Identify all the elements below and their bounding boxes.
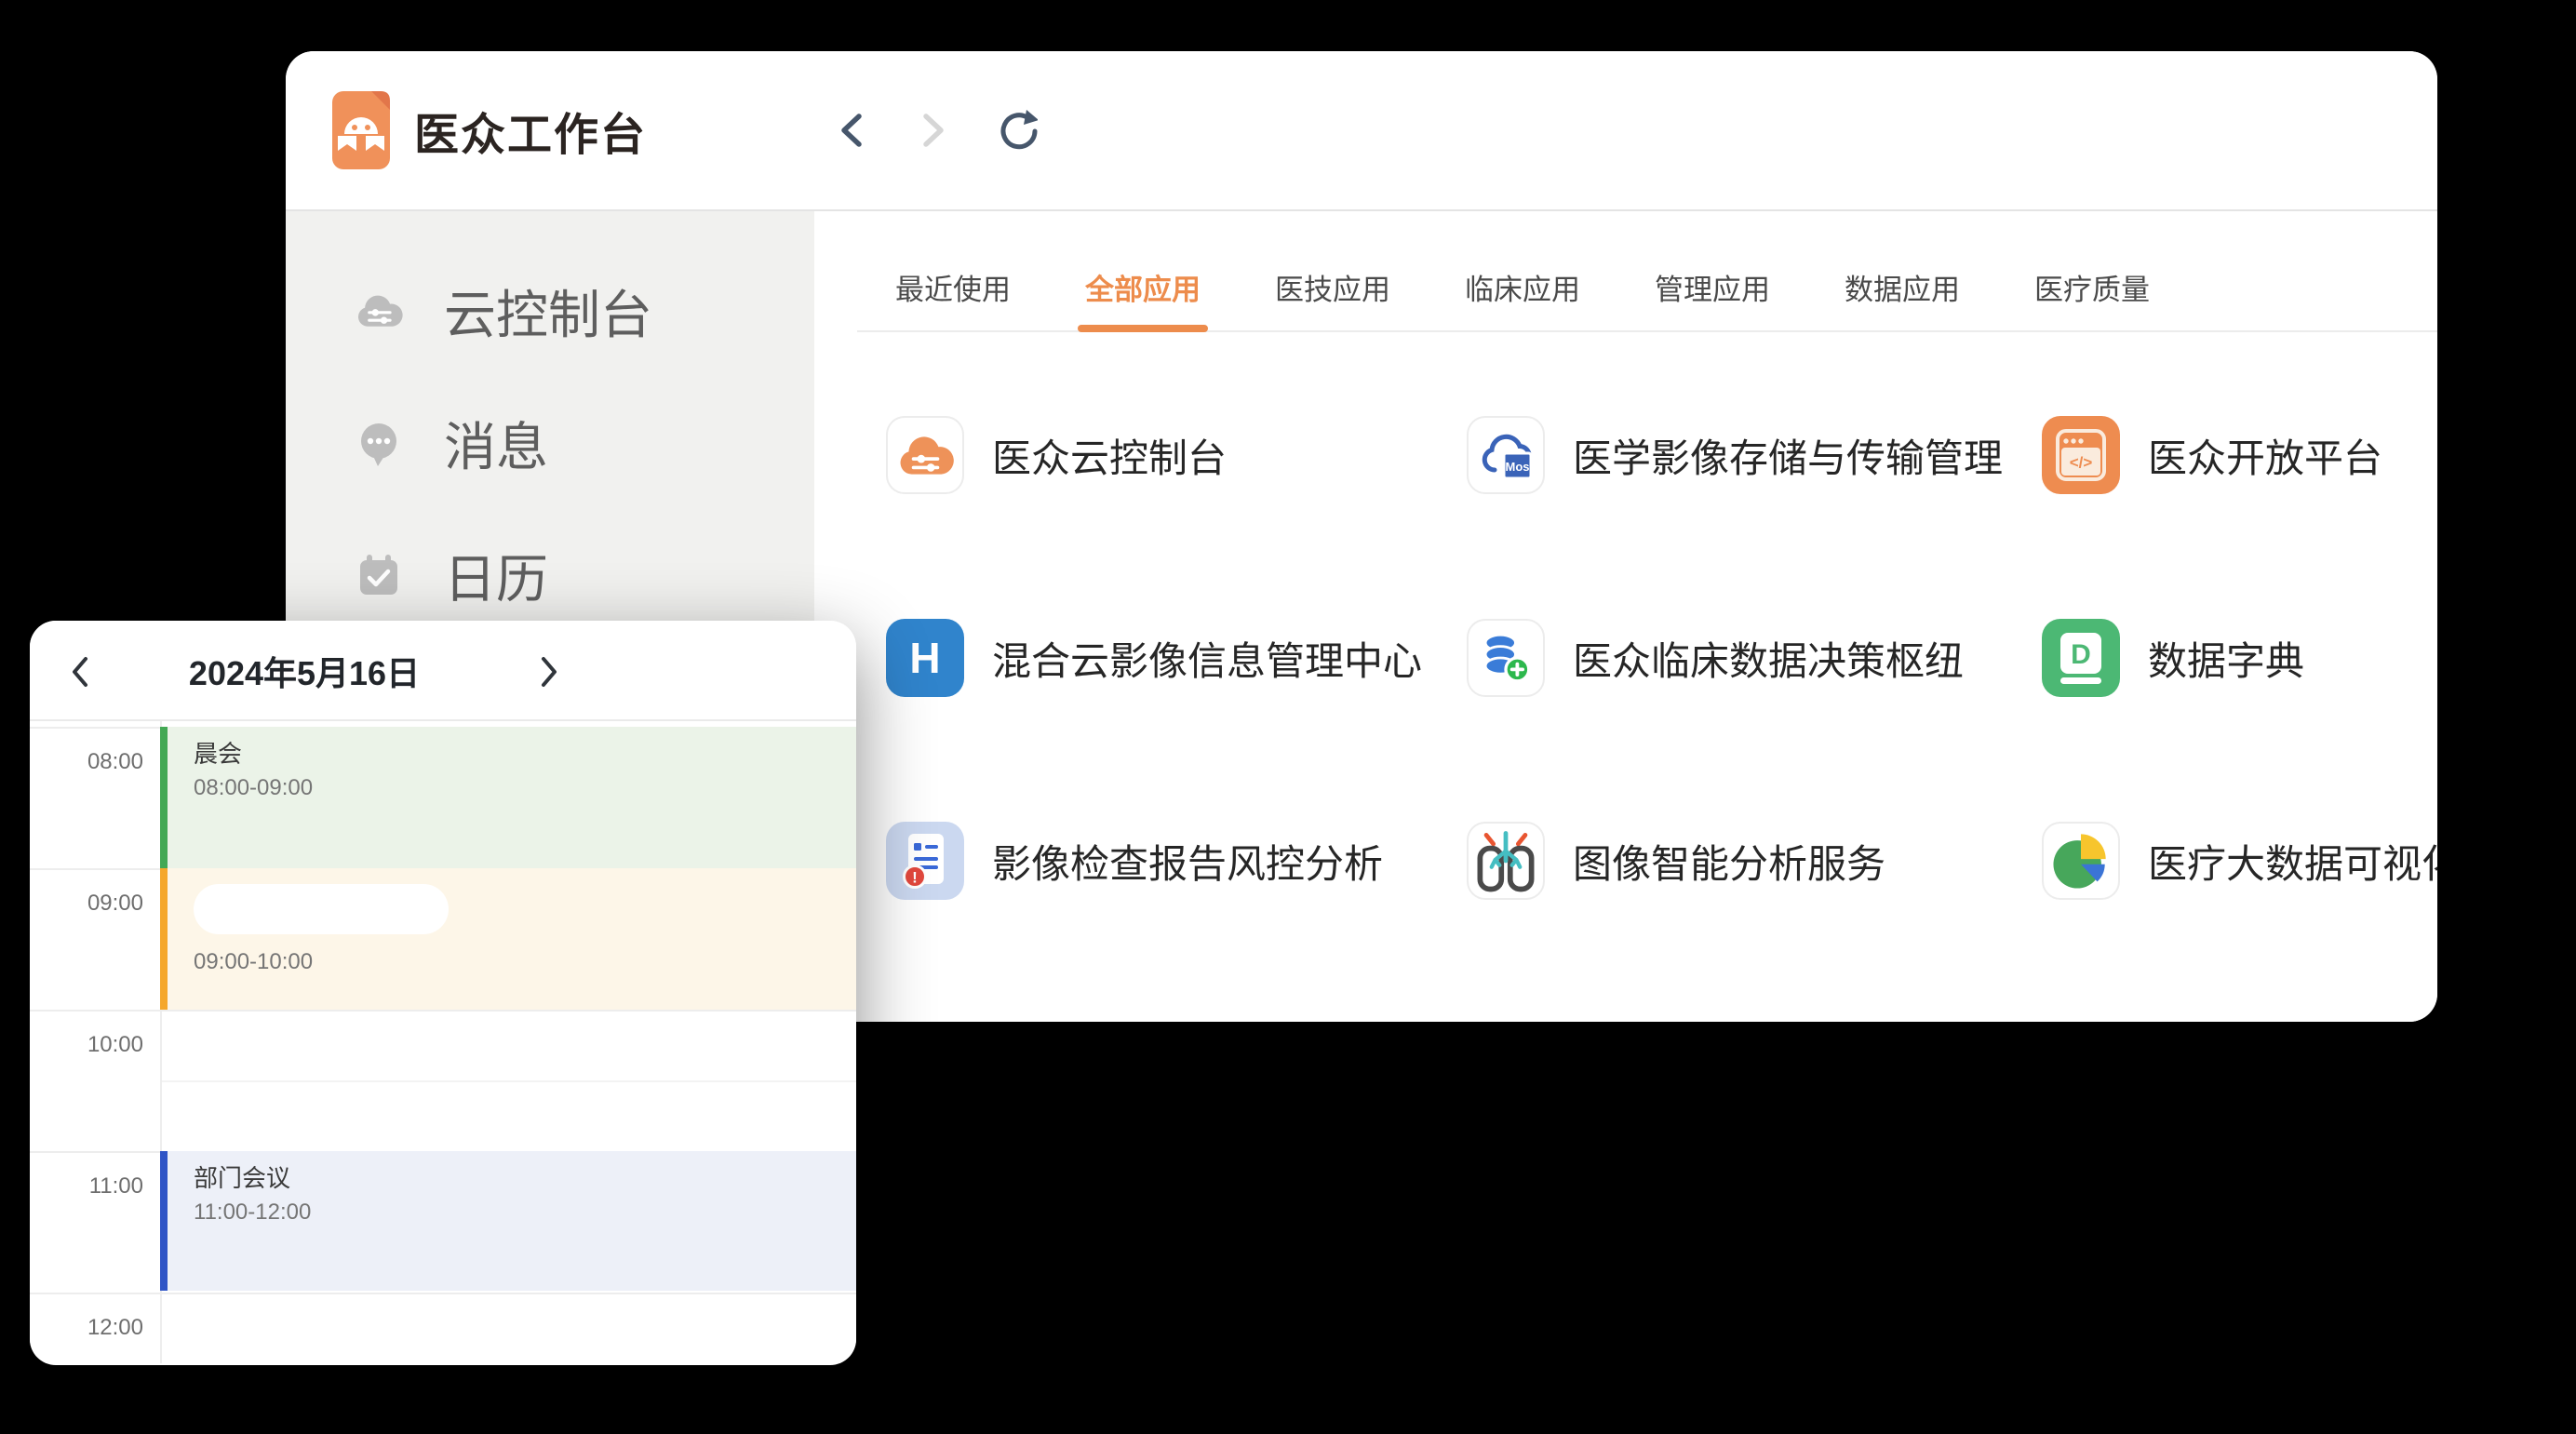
- forward-button[interactable]: [909, 109, 952, 152]
- calendar-prev-button[interactable]: [65, 652, 95, 691]
- sidebar-item-label: 云控制台: [444, 274, 652, 349]
- calendar-header: 2024年5月16日: [30, 621, 856, 721]
- exclamation-badge: !: [912, 869, 918, 887]
- app-hybrid-cloud-center[interactable]: H 混合云影像信息管理中心: [886, 619, 1467, 697]
- d-glyph: D: [2071, 639, 2091, 670]
- tab-medtech-apps[interactable]: 医技应用: [1275, 266, 1390, 330]
- calendar-panel: 2024年5月16日 08:00 09:00 10:00 11:00 12:00…: [30, 621, 856, 1365]
- clinical-data-hub-icon: [1469, 619, 1543, 697]
- event-redacted[interactable]: 09:00-10:00: [160, 868, 856, 1010]
- event-title: 晨会: [194, 738, 856, 770]
- app-label: 医众开放平台: [2148, 427, 2382, 484]
- tab-quality[interactable]: 医疗质量: [2034, 266, 2150, 330]
- app-clinical-data-hub[interactable]: 医众临床数据决策枢纽: [1467, 619, 2042, 697]
- app-cloud-console[interactable]: 医众云控制台: [886, 416, 1467, 494]
- sidebar-item-label: 日历: [444, 538, 548, 613]
- chevron-right-icon: [537, 653, 561, 690]
- app-logo-icon: [332, 91, 390, 169]
- time-label: 10:00: [30, 1032, 166, 1058]
- refresh-icon: [995, 109, 1038, 152]
- cloud-storage-icon: Mos: [1476, 427, 1536, 483]
- app-big-data-visualization[interactable]: 医疗大数据可视化: [2042, 822, 2437, 900]
- page-background: 医众工作台: [0, 0, 2576, 1434]
- data-dictionary-icon: D: [2042, 619, 2120, 697]
- tab-data-apps[interactable]: 数据应用: [1845, 266, 1960, 330]
- app-label: 医众云控制台: [992, 427, 1227, 484]
- mos-badge: Mos: [1506, 460, 1530, 474]
- window-title: 医众工作台: [414, 98, 647, 163]
- tab-clinical-apps[interactable]: 临床应用: [1465, 266, 1580, 330]
- calendar-next-button[interactable]: [534, 652, 564, 691]
- calendar-day-view: 08:00 09:00 10:00 11:00 12:00 晨会 08:00-0…: [30, 721, 856, 1363]
- cloud-sliders-icon: [896, 430, 954, 480]
- content-area: 最近使用 全部应用 医技应用 临床应用 管理应用 数据应用 医疗质量: [814, 211, 2437, 1022]
- app-data-dictionary[interactable]: D 数据字典: [2042, 619, 2437, 697]
- app-report-risk-analysis[interactable]: ! 影像检查报告风控分析: [886, 822, 1467, 900]
- message-icon: [355, 419, 403, 467]
- app-image-ai-service[interactable]: 图像智能分析服务: [1467, 822, 2042, 900]
- event-morning-meeting[interactable]: 晨会 08:00-09:00: [160, 727, 856, 868]
- sidebar-item-cloud-console[interactable]: 云控制台: [286, 245, 814, 377]
- event-department-meeting[interactable]: 部门会议 11:00-12:00: [160, 1151, 856, 1291]
- event-time: 11:00-12:00: [194, 1199, 856, 1226]
- app-label: 数据字典: [2148, 630, 2304, 687]
- h-glyph: H: [909, 633, 940, 683]
- lungs-ai-icon: [1469, 822, 1543, 900]
- app-grid: 医众云控制台 Mos 医学影像存储与传输管理: [886, 416, 2437, 1022]
- calendar-date-title: 2024年5月16日: [141, 621, 467, 721]
- app-label: 图像智能分析服务: [1573, 833, 1885, 890]
- event-time: 09:00-10:00: [194, 949, 856, 975]
- back-arrow-icon: [834, 110, 875, 151]
- app-label: 影像检查报告风控分析: [992, 833, 1383, 890]
- tab-recent[interactable]: 最近使用: [895, 266, 1011, 330]
- calendar-icon: [355, 551, 403, 599]
- pie-chart-icon: [2044, 822, 2118, 900]
- app-open-platform[interactable]: </> 医众开放平台: [2042, 416, 2437, 494]
- code-glyph: </>: [2070, 454, 2093, 472]
- report-risk-icon: !: [886, 822, 964, 900]
- event-title: 部门会议: [194, 1162, 856, 1194]
- tab-management-apps[interactable]: 管理应用: [1655, 266, 1770, 330]
- app-label: 医学影像存储与传输管理: [1573, 427, 2003, 484]
- time-label: 09:00: [30, 891, 166, 917]
- hour-gridline: [30, 1293, 856, 1294]
- hour-gridline: [30, 1010, 856, 1012]
- time-label: 12:00: [30, 1315, 166, 1341]
- app-label: 医疗大数据可视化: [2148, 833, 2437, 890]
- half-hour-gridline: [160, 1080, 856, 1082]
- tab-all-apps[interactable]: 全部应用: [1085, 266, 1201, 330]
- redacted-event-title: [194, 884, 449, 934]
- open-platform-icon: </>: [2042, 416, 2120, 494]
- forward-arrow-icon: [910, 110, 951, 151]
- time-label: 11:00: [30, 1173, 166, 1199]
- refresh-button[interactable]: [995, 109, 1038, 152]
- back-button[interactable]: [833, 109, 876, 152]
- app-tabs: 最近使用 全部应用 医技应用 临床应用 管理应用 数据应用 医疗质量: [857, 211, 2437, 332]
- cloud-console-icon: [355, 287, 403, 335]
- event-time: 08:00-09:00: [194, 775, 856, 801]
- sidebar-item-label: 消息: [444, 406, 548, 481]
- nav-controls: [833, 109, 1038, 152]
- app-label: 混合云影像信息管理中心: [992, 630, 1422, 687]
- window-header: 医众工作台: [286, 51, 2437, 211]
- chevron-left-icon: [68, 653, 92, 690]
- time-label: 08:00: [30, 749, 166, 775]
- app-label: 医众临床数据决策枢纽: [1573, 630, 1964, 687]
- sidebar-item-messages[interactable]: 消息: [286, 377, 814, 509]
- app-image-storage[interactable]: Mos 医学影像存储与传输管理: [1467, 416, 2042, 494]
